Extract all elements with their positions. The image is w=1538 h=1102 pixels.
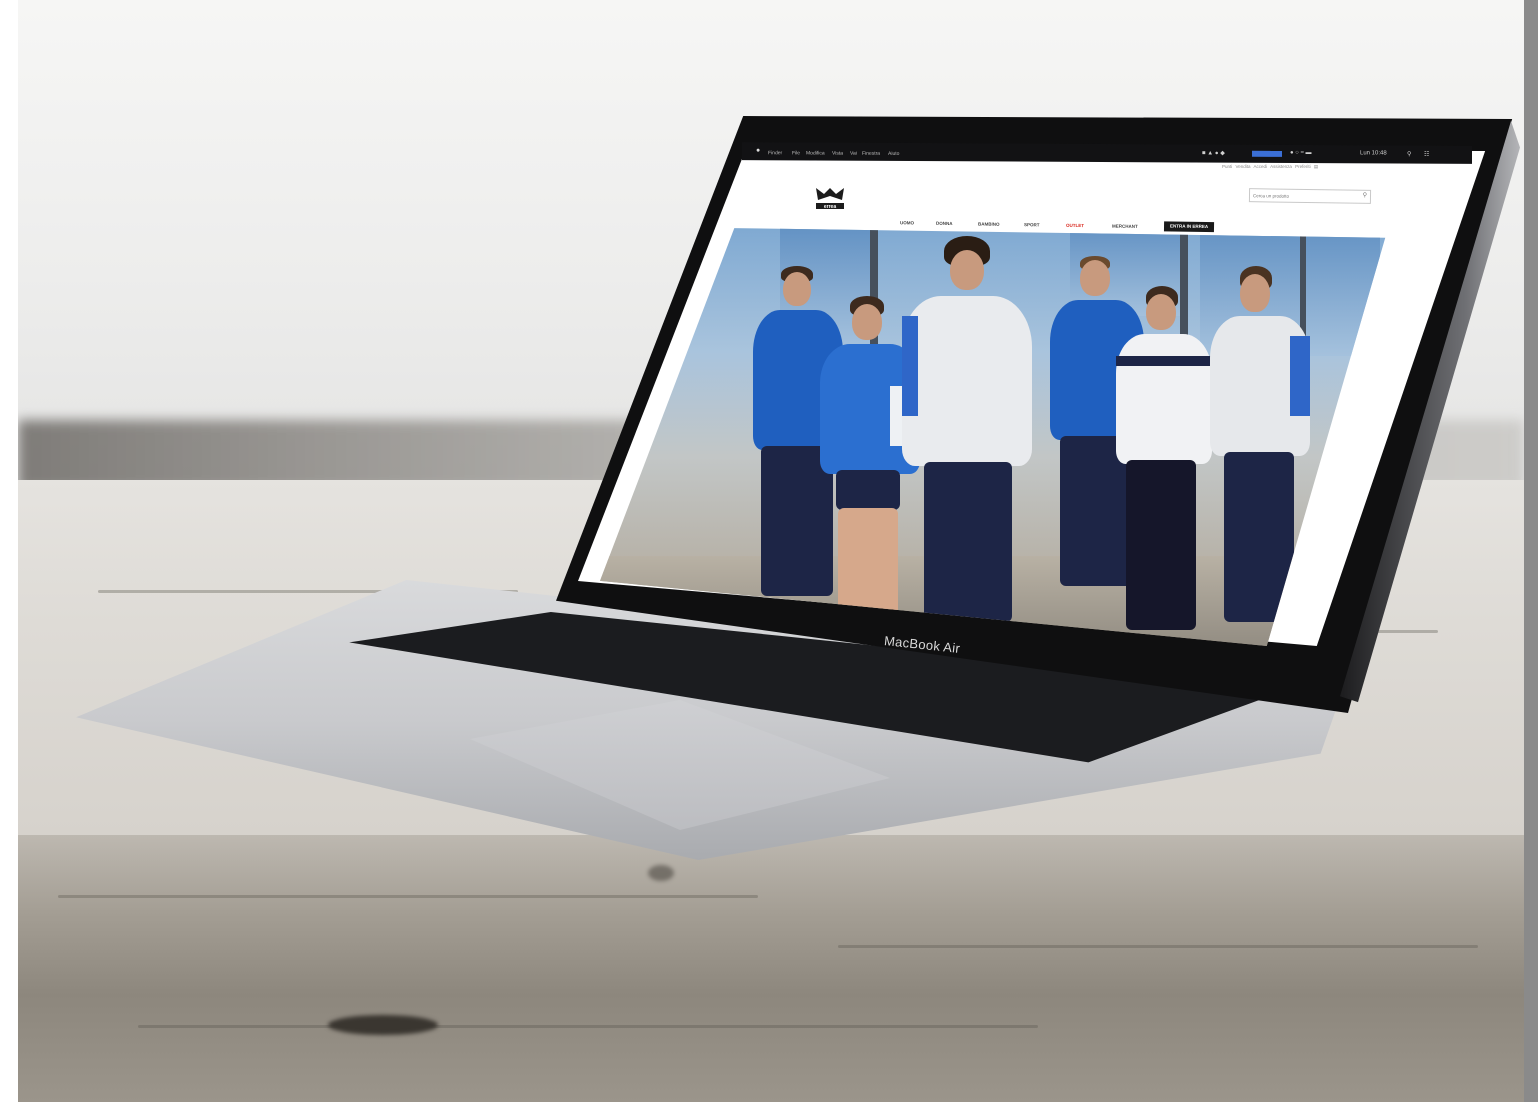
wifi-icon[interactable]: ● ○ ≈ ▬ <box>1290 150 1312 156</box>
menubar-item[interactable]: Vai <box>850 151 857 157</box>
menubar-clock[interactable]: Lun 10:48 <box>1360 150 1387 156</box>
nav-item-merchant[interactable]: MERCHANT <box>1112 224 1138 229</box>
mac-menubar: ● Finder File Modifica Vista Vai Finestr… <box>742 142 1472 164</box>
wood-grain <box>138 1025 1038 1028</box>
menubar-item[interactable]: Vista <box>832 151 843 157</box>
wood-grain <box>838 945 1478 948</box>
right-margin <box>1524 0 1538 1102</box>
wooden-table-edge <box>18 835 1524 1102</box>
control-center-icon[interactable]: ☷ <box>1424 151 1429 158</box>
hero-team-photo[interactable] <box>600 228 1386 646</box>
nav-item-donna[interactable]: DONNA <box>936 221 953 226</box>
site-search: ⚲ <box>1248 188 1372 204</box>
errea-logo-icon[interactable]: errea <box>812 186 848 212</box>
nav-item-sport[interactable]: SPORT <box>1024 222 1040 227</box>
logo-wordmark: errea <box>824 204 836 210</box>
nav-item-outlet[interactable]: OUTLET <box>1066 223 1084 228</box>
menubar-item[interactable]: Modifica <box>806 150 825 156</box>
wood-knot <box>648 865 674 881</box>
search-icon[interactable]: ⚲ <box>1363 192 1368 199</box>
nav-item-uomo[interactable]: UOMO <box>900 220 914 225</box>
menubar-item[interactable]: File <box>792 150 800 156</box>
search-input[interactable] <box>1252 191 1354 201</box>
wood-grain <box>58 895 758 898</box>
left-margin <box>0 0 18 1102</box>
wood-knot <box>328 1015 438 1035</box>
status-icons[interactable]: ■ ▲ ● ◆ <box>1202 149 1225 156</box>
utility-link-stores[interactable]: Punti Vendita <box>1222 164 1251 169</box>
utility-link-wishlist[interactable]: Preferiti <box>1295 164 1311 169</box>
status-highlight[interactable] <box>1252 150 1282 157</box>
enter-errea-button[interactable]: ENTRA IN ERREA <box>1163 221 1215 233</box>
menubar-item[interactable]: Finder <box>768 150 782 156</box>
utility-link-login[interactable]: Accedi <box>1254 164 1268 169</box>
apple-icon[interactable]: ● <box>756 147 760 154</box>
cart-icon[interactable]: ▤ <box>1314 164 1318 169</box>
nav-item-bambino[interactable]: BAMBINO <box>978 221 1000 226</box>
utility-links: Punti Vendita Accedi Assistenza Preferit… <box>1222 164 1318 170</box>
photo-scene: MacBook Air ● Finder File Modifica Vista… <box>0 0 1538 1102</box>
menubar-item[interactable]: Finestra <box>862 151 880 157</box>
utility-link-support[interactable]: Assistenza <box>1270 164 1292 169</box>
menubar-item[interactable]: Aiuto <box>888 151 899 157</box>
search-icon[interactable]: ⚲ <box>1407 151 1411 158</box>
